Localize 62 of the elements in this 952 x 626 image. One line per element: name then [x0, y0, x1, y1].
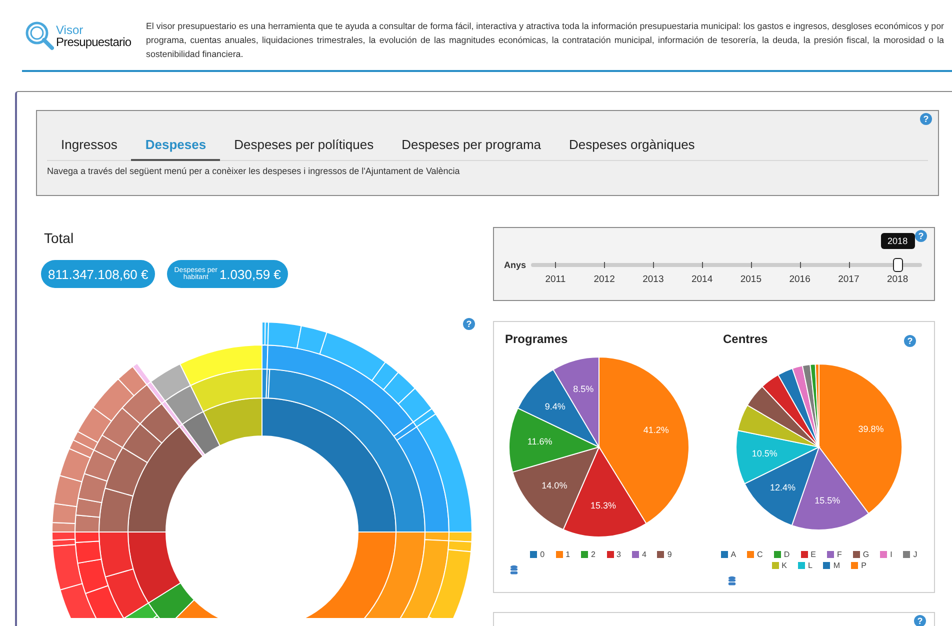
legend-label: E	[810, 550, 816, 559]
legend-label: G	[862, 550, 870, 559]
legend-label: P	[861, 561, 866, 570]
help-icon[interactable]: ?	[463, 318, 475, 330]
legend-label: J	[913, 550, 918, 559]
legend-label: D	[784, 550, 790, 559]
chart-title: Programes	[505, 332, 568, 346]
tab[interactable]: Despeses per programa	[388, 131, 556, 161]
legend-label: 2	[591, 550, 596, 559]
year-label: 2016	[788, 274, 812, 285]
year-label: 2014	[690, 274, 714, 285]
help-icon[interactable]: ?	[920, 113, 932, 125]
year-label: 2017	[837, 274, 860, 285]
data-label: 41.2%	[643, 425, 669, 436]
data-label: 15.3%	[590, 500, 616, 511]
hint-text: Navega a través del següent menú per a conèixer les despeses i ingressos de l'Ajuntament de València	[47, 166, 461, 176]
slider-label: Anys	[504, 260, 528, 270]
slider-track[interactable]	[531, 258, 922, 272]
year-label: 2011	[544, 274, 567, 285]
year-label: 2012	[592, 274, 616, 285]
help-icon[interactable]: ?	[914, 615, 926, 626]
legend-label: I	[890, 550, 892, 559]
legend-label: 1	[566, 550, 570, 559]
data-label: 39.8%	[858, 424, 884, 434]
logo-subtitle: Presupuestario	[56, 36, 132, 48]
tab[interactable]: Despeses orgàniques	[555, 131, 709, 161]
slider-thumb[interactable]	[892, 258, 903, 272]
legend-label: 4	[642, 550, 646, 559]
tab[interactable]: Despeses per polítiques	[220, 131, 388, 161]
data-label: 14.0%	[542, 480, 568, 491]
help-icon[interactable]: ?	[915, 230, 927, 242]
total-amount: 811.347.108,60 €	[41, 260, 156, 288]
data-label: 8.5%	[573, 384, 594, 394]
legend-label: C	[757, 550, 763, 559]
tab[interactable]: Despeses	[131, 131, 220, 161]
legend-label: 9	[667, 550, 672, 559]
logo-title: Visor	[56, 24, 84, 36]
data-label: 9.4%	[544, 401, 566, 412]
total-title: Total	[44, 230, 75, 246]
year-label: 2015	[739, 274, 762, 285]
data-label: 12.4%	[770, 482, 796, 492]
data-label: 10.5%	[752, 448, 778, 458]
year-label: 2013	[642, 274, 665, 285]
magnifier-icon	[24, 21, 54, 51]
chart-title: Centres	[723, 332, 768, 346]
year-label: 2018	[886, 274, 910, 285]
legend-label: 0	[540, 550, 545, 559]
tab[interactable]: Ingressos	[47, 131, 132, 161]
legend-label: 3	[616, 550, 621, 559]
legend-label: K	[782, 561, 787, 570]
legend-label: L	[808, 561, 812, 570]
data-label: 15.5%	[814, 496, 840, 506]
per-capita-amount: 1.030,59 €	[219, 266, 281, 282]
legend-label: A	[730, 550, 736, 559]
legend-label: F	[836, 550, 842, 559]
description-text: El visor presupuestario es una herramienta que te ayuda a consultar de forma fácil, interactiva y atractiva toda la información presupuestaria municipal: los gastos e ingresos, desgloses económicos y por programa, cuentas anuales, liquidaciones trimestrales, la evolución de las magnitudes económicas, la contratación municipal, información de tesorería, la deuda, la presión fiscal, la morosidad o la sostenibilidad financiera.	[146, 20, 944, 61]
legend-label: M	[833, 561, 840, 570]
data-label: 11.6%	[527, 436, 552, 447]
help-icon[interactable]: ?	[904, 335, 916, 347]
database-icon[interactable]	[510, 565, 518, 575]
year-tooltip: 2018	[880, 233, 915, 249]
database-icon[interactable]	[728, 576, 736, 586]
